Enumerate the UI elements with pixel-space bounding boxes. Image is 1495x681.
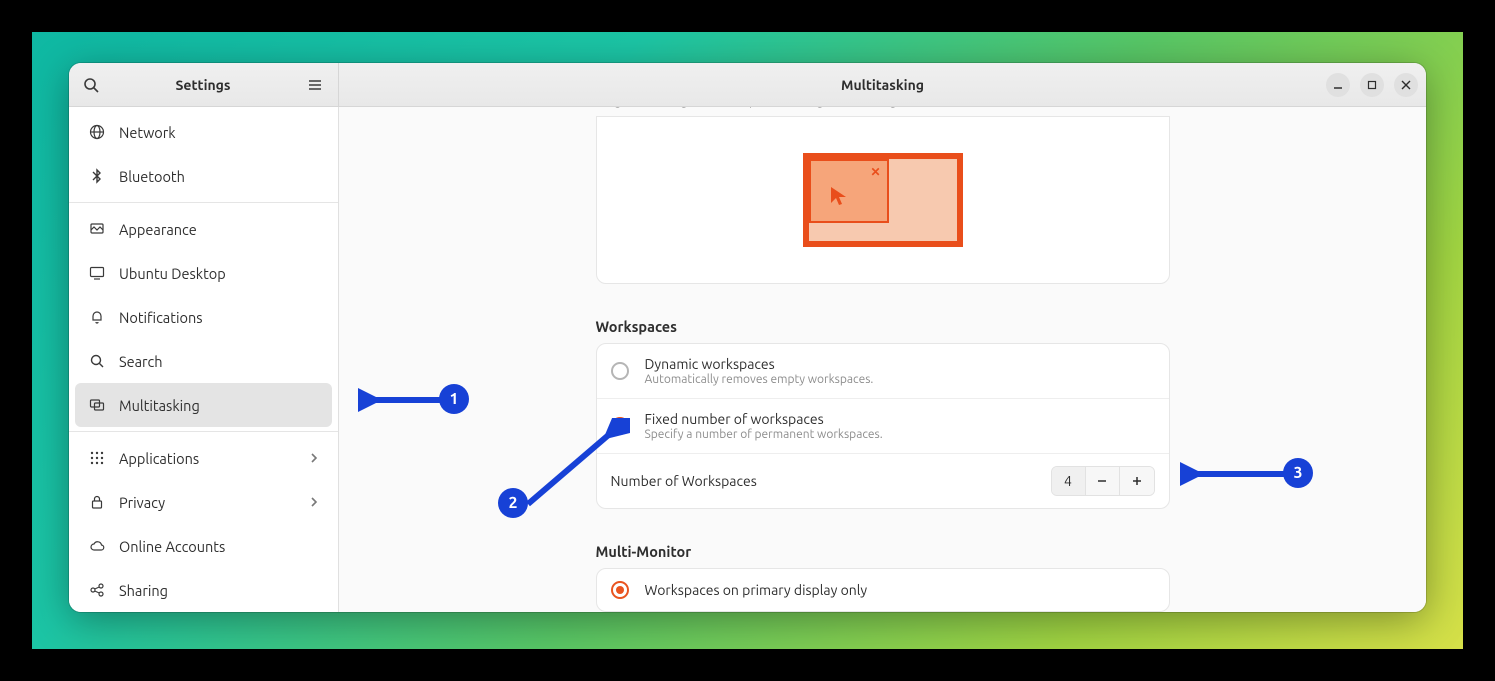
multi-monitor-heading: Multi-Monitor [596, 543, 1170, 560]
chevron-right-icon [308, 450, 320, 467]
headerbar-left: Settings [69, 63, 339, 106]
active-screen-edges-desc: Drag windows against the top, left, and … [596, 107, 1170, 108]
search-button[interactable] [74, 68, 108, 102]
workspace-increment-button[interactable] [1120, 467, 1154, 495]
headerbar-right: Multitasking [339, 63, 1426, 106]
bell-icon [87, 307, 107, 327]
multi-monitor-card: Workspaces on primary display only [596, 568, 1170, 612]
sidebar-item-label: Privacy [119, 494, 165, 511]
workspaces-heading: Workspaces [596, 318, 1170, 335]
fixed-workspaces-radio[interactable] [611, 417, 629, 435]
lock-icon [87, 492, 107, 512]
sidebar-item-notifications[interactable]: Notifications [69, 295, 338, 339]
sidebar-item-label: Bluetooth [119, 168, 185, 185]
sidebar-item-ubuntu-desktop[interactable]: Ubuntu Desktop [69, 251, 338, 295]
workspace-count-spinner: 4 [1051, 466, 1155, 496]
chevron-right-icon [308, 494, 320, 511]
dynamic-workspaces-radio[interactable] [611, 362, 629, 380]
plus-icon [1131, 475, 1143, 487]
sidebar-item-label: Applications [119, 450, 199, 467]
bluetooth-icon [87, 166, 107, 186]
sidebar-title: Settings [110, 77, 296, 93]
multitasking-icon [87, 395, 107, 415]
workspace-decrement-button[interactable] [1086, 467, 1120, 495]
sidebar-item-label: Search [119, 353, 163, 370]
cloud-icon [87, 536, 107, 556]
primary-display-only-row[interactable]: Workspaces on primary display only [597, 569, 1169, 611]
sidebar-divider [69, 431, 338, 432]
workspaces-card: Dynamic workspaces Automatically removes… [596, 343, 1170, 509]
sidebar-item-label: Online Accounts [119, 538, 225, 555]
search-icon [83, 77, 99, 93]
dynamic-workspaces-title: Dynamic workspaces [645, 356, 874, 372]
dynamic-workspaces-sub: Automatically removes empty workspaces. [645, 373, 874, 386]
sidebar: Network Bluetooth Appearance Ubuntu Desk… [69, 107, 339, 612]
settings-window: Settings Multitasking [69, 63, 1426, 612]
primary-display-only-title: Workspaces on primary display only [645, 582, 868, 598]
scroll-area[interactable]: Drag windows against the top, left, and … [339, 107, 1426, 612]
content-pane: Drag windows against the top, left, and … [339, 107, 1426, 612]
sidebar-item-multitasking[interactable]: Multitasking [75, 383, 332, 427]
desktop-icon [87, 263, 107, 283]
sidebar-item-bluetooth[interactable]: Bluetooth [69, 154, 338, 198]
grid-icon [87, 448, 107, 468]
fixed-workspaces-title: Fixed number of workspaces [645, 411, 883, 427]
sidebar-item-sharing[interactable]: Sharing [69, 568, 338, 612]
workspace-count-value[interactable]: 4 [1052, 467, 1086, 495]
primary-display-only-radio[interactable] [611, 581, 629, 599]
screen-edges-illustration: ✕ [596, 116, 1170, 284]
sidebar-item-label: Appearance [119, 221, 197, 238]
sidebar-item-search[interactable]: Search [69, 339, 338, 383]
illust-screen: ✕ [803, 153, 963, 247]
sidebar-item-applications[interactable]: Applications [69, 436, 338, 480]
number-of-workspaces-row: Number of Workspaces 4 [597, 454, 1169, 508]
search-icon [87, 351, 107, 371]
hamburger-menu-button[interactable] [298, 68, 332, 102]
sidebar-divider [69, 202, 338, 203]
sidebar-item-label: Network [119, 124, 176, 141]
minus-icon [1096, 475, 1108, 487]
sidebar-item-label: Multitasking [119, 397, 200, 414]
appearance-icon [87, 219, 107, 239]
sidebar-item-privacy[interactable]: Privacy [69, 480, 338, 524]
cursor-icon [829, 185, 851, 207]
globe-icon [87, 122, 107, 142]
sidebar-item-label: Notifications [119, 309, 203, 326]
window-body: Network Bluetooth Appearance Ubuntu Desk… [69, 107, 1426, 612]
number-of-workspaces-label: Number of Workspaces [611, 473, 757, 489]
sidebar-item-network[interactable]: Network [69, 110, 338, 154]
share-icon [87, 580, 107, 600]
dynamic-workspaces-row[interactable]: Dynamic workspaces Automatically removes… [597, 344, 1169, 399]
fixed-workspaces-row[interactable]: Fixed number of workspaces Specify a num… [597, 399, 1169, 454]
sidebar-item-appearance[interactable]: Appearance [69, 207, 338, 251]
headerbar: Settings Multitasking [69, 63, 1426, 107]
sidebar-item-label: Sharing [119, 582, 168, 599]
sidebar-item-online-accounts[interactable]: Online Accounts [69, 524, 338, 568]
fixed-workspaces-sub: Specify a number of permanent workspaces… [645, 428, 883, 441]
illust-x-icon: ✕ [870, 165, 880, 179]
hamburger-icon [307, 77, 323, 93]
page-title: Multitasking [339, 77, 1426, 93]
sidebar-item-label: Ubuntu Desktop [119, 265, 226, 282]
